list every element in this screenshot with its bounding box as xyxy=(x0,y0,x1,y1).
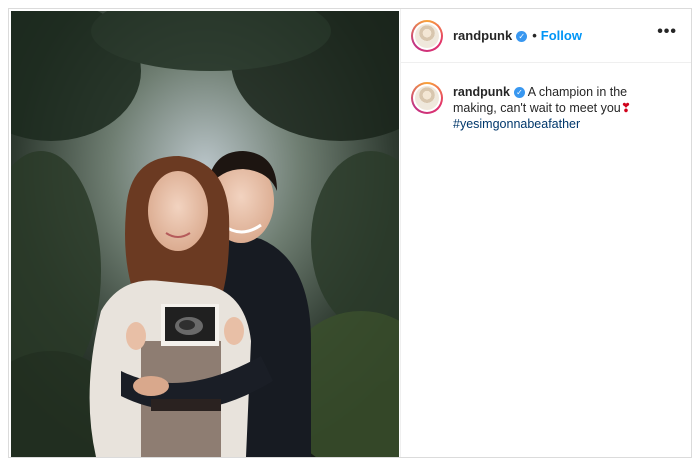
screenshot-frame: randpunk ✓ • Follow ••• randpunk ✓ A champio… xyxy=(0,0,700,465)
caption-avatar-inner xyxy=(413,84,441,112)
post-side-panel: randpunk ✓ • Follow ••• randpunk ✓ A champio… xyxy=(400,9,691,457)
avatar-inner xyxy=(413,22,441,50)
verified-badge-icon: ✓ xyxy=(516,31,528,42)
instagram-post: randpunk ✓ • Follow ••• randpunk ✓ A champio… xyxy=(8,8,692,458)
header-username-row: randpunk ✓ • Follow xyxy=(453,28,582,43)
caption-username[interactable]: randpunk xyxy=(453,85,510,99)
caption-hashtag[interactable]: #yesimgonnabeafather xyxy=(453,117,580,131)
header-username[interactable]: randpunk xyxy=(453,28,512,43)
more-options-icon[interactable]: ••• xyxy=(657,23,677,41)
caption-avatar[interactable] xyxy=(411,82,443,114)
caption-verified-badge-icon: ✓ xyxy=(513,87,525,98)
avatar-image xyxy=(415,24,439,48)
post-photo[interactable] xyxy=(11,11,399,457)
post-header: randpunk ✓ • Follow ••• xyxy=(401,9,691,63)
heart-emoji-icon: ❣ xyxy=(620,101,632,115)
separator-dot: • xyxy=(532,28,537,43)
post-photo-illustration xyxy=(11,11,399,457)
profile-avatar[interactable] xyxy=(411,20,443,52)
follow-button[interactable]: Follow xyxy=(541,28,582,43)
post-caption: randpunk ✓ A champion in the making, can'… xyxy=(453,84,663,132)
caption-avatar-image xyxy=(415,86,439,110)
